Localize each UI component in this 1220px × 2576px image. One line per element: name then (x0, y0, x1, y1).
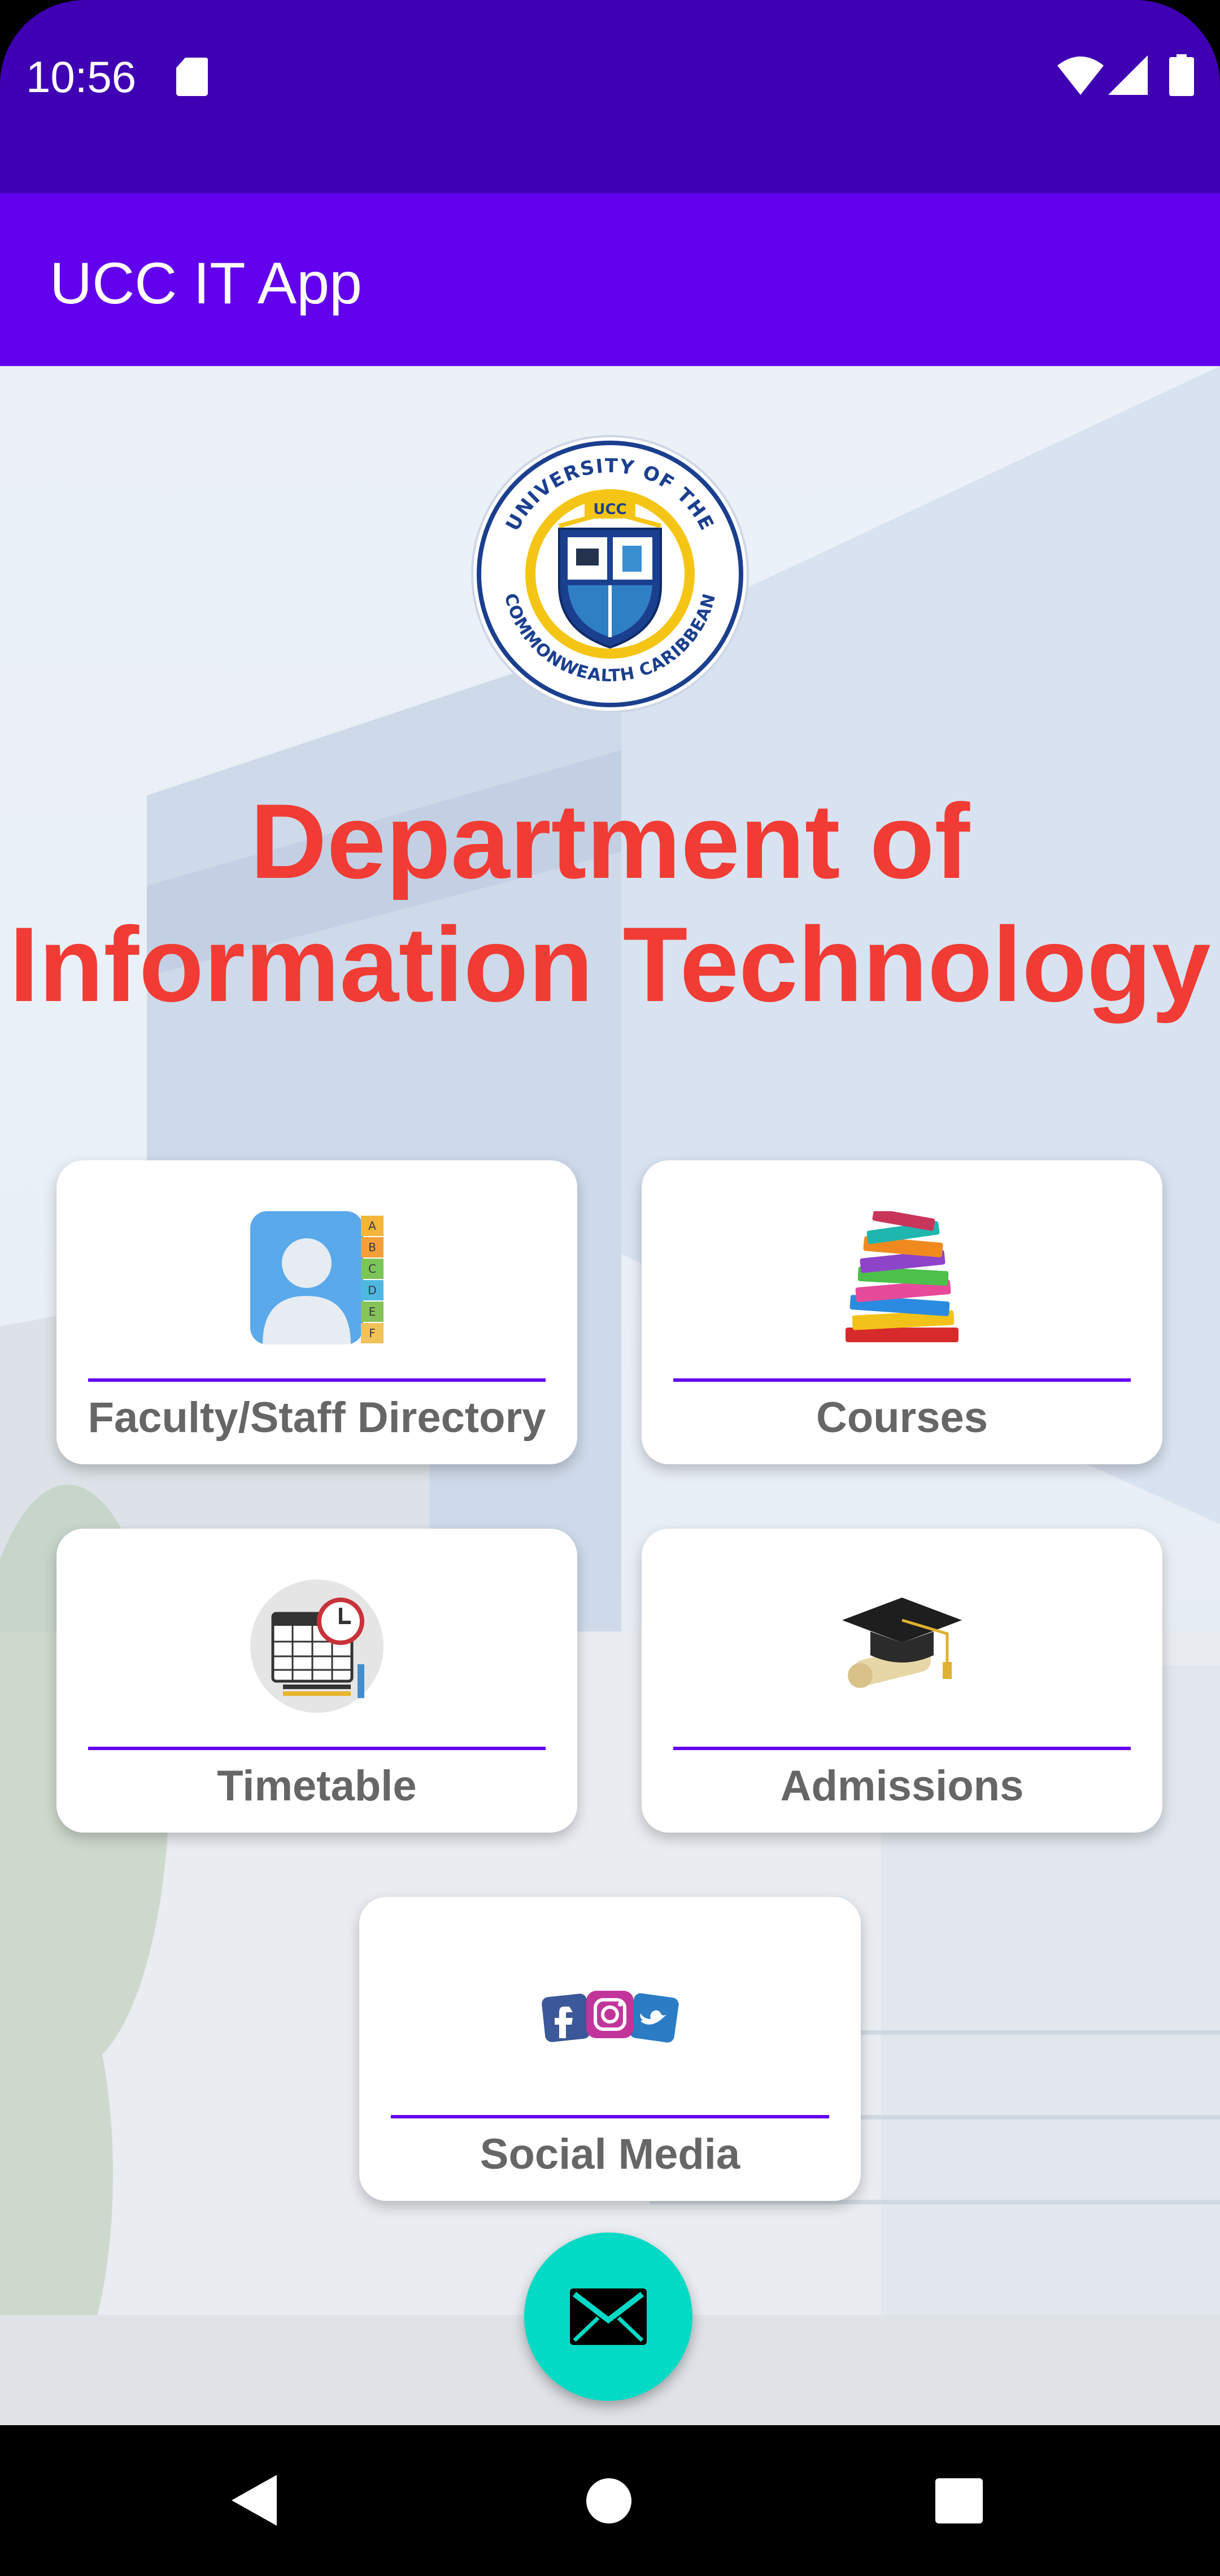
status-bar: 10:56 (0, 0, 1220, 193)
timetable-label: Timetable (217, 1762, 417, 1810)
courses-label: Courses (816, 1394, 988, 1442)
back-icon[interactable] (232, 2475, 277, 2526)
contacts-tab-e: E (369, 1305, 376, 1319)
department-title-line2: Information Technology (9, 905, 1211, 1024)
email-fab[interactable] (524, 2233, 692, 2401)
card-divider (673, 1378, 1131, 1382)
mail-icon (570, 2288, 647, 2345)
card-divider (391, 2115, 829, 2118)
admissions-label: Admissions (780, 1762, 1024, 1810)
faculty-staff-directory-label: Faculty/Staff Directory (88, 1394, 546, 1442)
home-icon[interactable] (585, 2477, 633, 2525)
courses-card[interactable]: Courses (642, 1160, 1162, 1464)
battery-icon (1169, 54, 1194, 96)
contacts-tab-d: D (368, 1283, 376, 1297)
contacts-tab-c: C (368, 1262, 376, 1276)
faculty-staff-directory-card[interactable]: A B C D E F Faculty/Staff Directory (56, 1160, 577, 1464)
admissions-card[interactable]: Admissions (642, 1529, 1162, 1833)
app-title: UCC IT App (50, 251, 362, 316)
social-media-card[interactable]: Social Media (359, 1897, 861, 2201)
card-divider (88, 1378, 546, 1382)
contacts-tab-a: A (368, 1219, 376, 1233)
calendar-clock-icon (250, 1579, 384, 1713)
contacts-tab-f: F (369, 1326, 376, 1340)
contacts-icon: A B C D E F (250, 1211, 384, 1344)
books-icon (846, 1211, 958, 1342)
app-bar: UCC IT App (0, 193, 1220, 366)
recents-icon[interactable] (935, 2478, 983, 2523)
department-title-line1: Department of (250, 782, 970, 900)
card-divider (673, 1747, 1131, 1750)
social-media-icon (542, 1991, 679, 2043)
contacts-tab-b: B (368, 1241, 376, 1254)
navigation-bar (0, 2425, 1220, 2576)
wifi-icon (1057, 56, 1104, 95)
sd-card-icon (176, 58, 208, 96)
cell-signal-icon (1108, 55, 1148, 95)
status-time: 10:56 (26, 52, 137, 102)
logo-badge-text: UCC (593, 501, 626, 518)
department-title: Department of Information Technology (0, 780, 1220, 1026)
ucc-logo: UNIVERSITY OF THE COMMONWEALTH CARIBBEAN… (471, 435, 749, 713)
graduation-cap-icon (842, 1598, 962, 1688)
timetable-card[interactable]: Timetable (56, 1529, 577, 1833)
phone-screen: 10:56 UCC IT App UNIVERSITY OF THE COMMO… (0, 0, 1220, 2576)
card-divider (88, 1747, 546, 1750)
social-media-label: Social Media (480, 2130, 740, 2178)
home-content: UNIVERSITY OF THE COMMONWEALTH CARIBBEAN… (0, 366, 1220, 2425)
